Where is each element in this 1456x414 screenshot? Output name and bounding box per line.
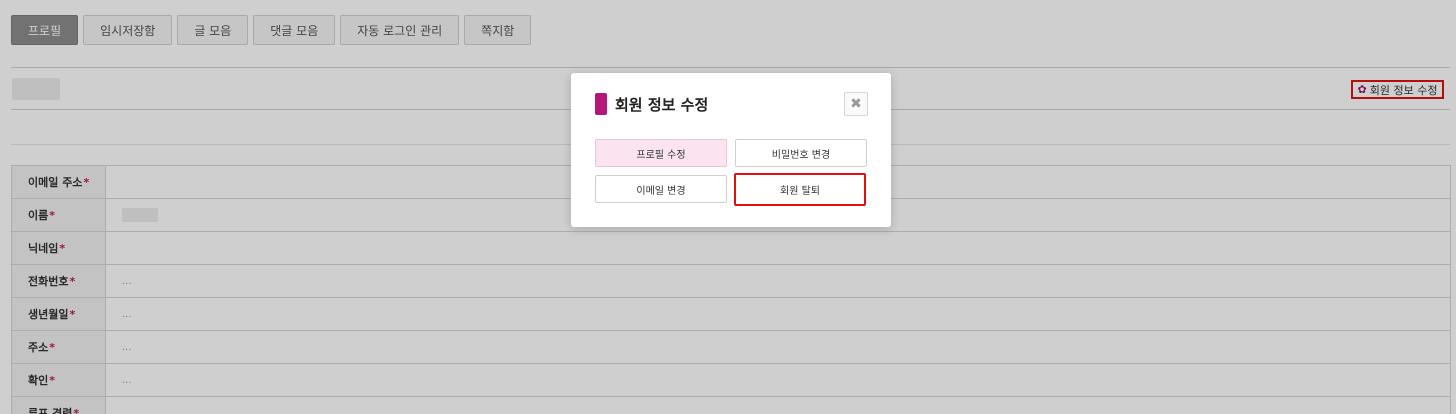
close-icon[interactable]: ✖ [844,92,868,116]
edit-member-info-modal: 회원 정보 수정 ✖ 프로필 수정 비밀번호 변경 이메일 변경 회원 탈퇴 [571,73,891,227]
email-change-button[interactable]: 이메일 변경 [595,175,727,203]
withdraw-button[interactable]: 회원 탈퇴 [734,173,866,206]
password-change-button[interactable]: 비밀번호 변경 [735,139,867,167]
modal-title: 회원 정보 수정 [615,95,709,114]
title-accent-bar [595,93,607,115]
profile-edit-button[interactable]: 프로필 수정 [595,139,727,167]
modal-header: 회원 정보 수정 [595,93,708,115]
profile-page: 프로필 임시저장함 글 모음 댓글 모음 자동 로그인 관리 쪽지함 ✿ 회원 … [0,0,1456,414]
